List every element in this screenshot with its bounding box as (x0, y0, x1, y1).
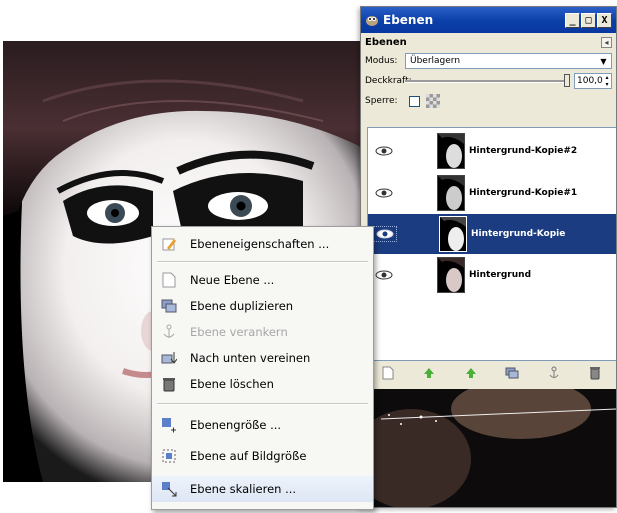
layer-thumbnail (437, 175, 465, 211)
new-layer-icon[interactable] (380, 365, 396, 381)
raise-layer-icon[interactable] (421, 365, 437, 381)
menu-item-duplicate-layer[interactable]: Ebene duplizieren (152, 293, 373, 319)
gimp-icon (366, 16, 378, 26)
opacity-value: 100,0 (577, 76, 603, 86)
lower-layer-icon[interactable] (463, 365, 479, 381)
panel-menu-icon[interactable]: ◂ (601, 36, 612, 48)
menu-item-layer-size[interactable]: Ebenengröße ... (152, 412, 373, 438)
close-button[interactable]: X (597, 12, 612, 28)
menu-item-label: Ebene verankern (190, 325, 288, 339)
menu-item-label: Neue Ebene ... (190, 273, 275, 287)
anchor-icon (160, 323, 178, 341)
layer-name: Hintergrund (469, 270, 532, 280)
layer-properties-icon (160, 235, 178, 253)
menu-item-label: Ebene auf Bildgröße (190, 449, 307, 463)
menu-item-new-layer[interactable]: Neue Ebene ... (152, 267, 373, 293)
eye-icon[interactable] (373, 186, 395, 200)
eye-icon[interactable] (373, 226, 397, 242)
layer-size-icon (160, 416, 178, 434)
eye-icon[interactable] (373, 268, 395, 282)
menu-item-merge-down[interactable]: Nach unten vereinen (152, 345, 373, 371)
layer-thumbnail (439, 216, 467, 252)
scale-layer-icon (160, 480, 178, 498)
duplicate-layer-icon (160, 297, 178, 315)
layer-name: Hintergrund-Kopie#2 (469, 146, 578, 156)
trash-icon (160, 375, 178, 393)
delete-layer-icon[interactable] (587, 365, 603, 381)
mode-value: Überlagern (410, 56, 461, 66)
opacity-slider[interactable] (405, 73, 570, 89)
dialog-photo-strip (361, 389, 616, 507)
layer-to-image-size-icon (160, 447, 178, 465)
menu-item-anchor-layer[interactable]: Ebene verankern (152, 319, 373, 345)
layer-toolbar (367, 362, 616, 384)
lock-alpha-icon[interactable] (426, 94, 440, 108)
menu-item-label: Ebene duplizieren (190, 299, 294, 313)
dialog-titlebar[interactable]: Ebenen _ □ X (361, 7, 616, 33)
lock-checkbox[interactable] (409, 95, 420, 107)
layer-row[interactable]: Hintergrund-Kopie#2 (368, 131, 616, 171)
spin-arrows-icon[interactable]: ▴ ▾ (603, 74, 611, 88)
layer-name: Hintergrund-Kopie#1 (469, 188, 578, 198)
layer-row[interactable]: Hintergrund (368, 255, 616, 295)
maximize-button[interactable]: □ (581, 12, 596, 28)
minimize-button[interactable]: _ (565, 12, 580, 28)
menu-item-layer-to-image-size[interactable]: Ebene auf Bildgröße (152, 443, 373, 469)
opacity-spinbox[interactable]: 100,0 ▴ ▾ (574, 73, 612, 89)
lock-label: Sperre: (365, 96, 398, 106)
layer-row-selected[interactable]: Hintergrund-Kopie (368, 214, 616, 254)
menu-item-layer-properties[interactable]: Ebeneneigenschaften ... (152, 231, 373, 257)
menu-item-scale-layer[interactable]: Ebene skalieren ... (152, 476, 373, 502)
chevron-down-icon: ▼ (600, 56, 607, 66)
anchor-layer-icon[interactable] (546, 365, 562, 381)
new-layer-icon (160, 271, 178, 289)
opacity-slider-handle[interactable] (564, 74, 570, 87)
mode-select[interactable]: Überlagern ▼ (405, 53, 612, 69)
menu-item-label: Ebene löschen (190, 377, 274, 391)
menu-item-delete-layer[interactable]: Ebene löschen (152, 371, 373, 397)
menu-item-label: Ebeneneigenschaften ... (190, 237, 330, 251)
duplicate-layer-icon[interactable] (504, 365, 520, 381)
layer-thumbnail (437, 133, 465, 169)
eye-icon[interactable] (373, 144, 395, 158)
layer-name: Hintergrund-Kopie (471, 229, 566, 239)
menu-item-label: Nach unten vereinen (190, 351, 311, 365)
dialog-title: Ebenen (383, 13, 434, 27)
menu-item-label: Ebenengröße ... (190, 418, 282, 432)
mode-label: Modus: (365, 56, 398, 66)
layer-thumbnail (437, 257, 465, 293)
opacity-label: Deckkraft: (365, 76, 412, 86)
layer-row[interactable]: Hintergrund-Kopie#1 (368, 173, 616, 213)
layers-dialog: Ebenen _ □ X Ebenen ◂ Modus: Überlagern … (360, 6, 617, 508)
panel-title: Ebenen (365, 36, 407, 48)
layer-context-menu: Ebeneneigenschaften ... Neue Ebene ... E… (151, 226, 374, 510)
menu-item-label: Ebene skalieren ... (190, 482, 297, 496)
merge-down-icon (160, 349, 178, 367)
layer-list: Hintergrund-Kopie#2 Hintergrund-Kopie#1 … (367, 127, 616, 361)
